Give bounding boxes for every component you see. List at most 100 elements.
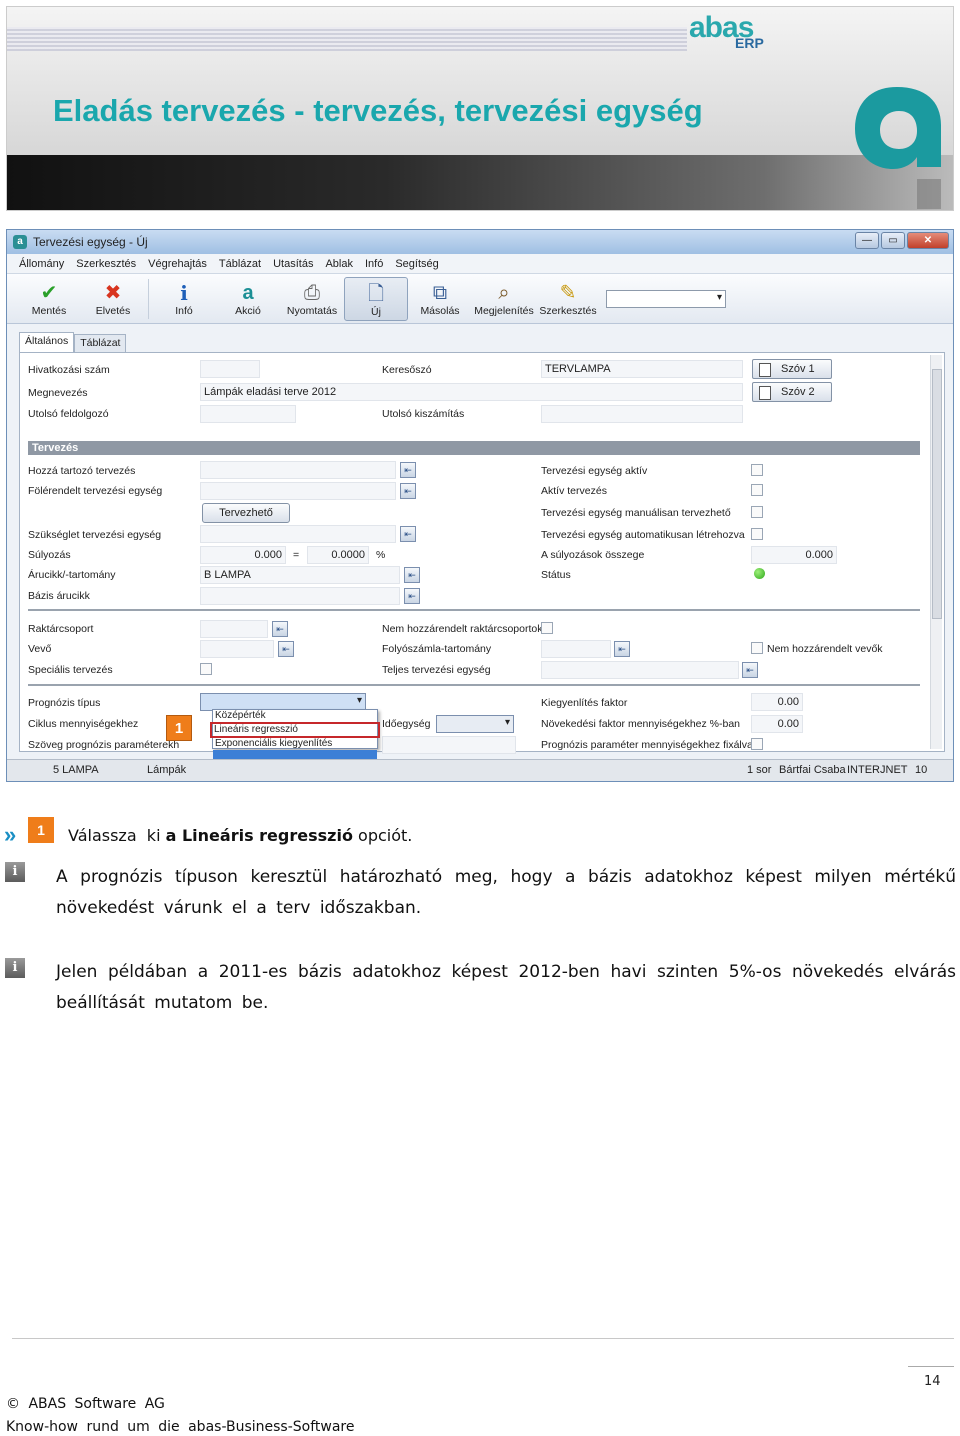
status-bar: 5 LAMPA Lámpák 1 sor Bártfai Csaba INTER…	[7, 759, 953, 781]
option-average[interactable]: Középérték	[213, 710, 377, 722]
page-number-rule	[908, 1366, 954, 1367]
percent-sign: %	[376, 549, 386, 561]
info-icon: i	[180, 280, 188, 305]
option-linear-regression[interactable]: Lineáris regresszió	[210, 722, 380, 738]
save-button[interactable]: ✔ Mentés	[17, 277, 81, 321]
weighting-field[interactable]: 0.000	[200, 546, 286, 564]
minimize-icon[interactable]: —	[855, 232, 879, 249]
lookup-icon[interactable]: ⇤	[614, 641, 630, 657]
menu-window[interactable]: Ablak	[325, 258, 353, 270]
pencil-icon: ✎	[559, 281, 577, 304]
weighting-label: Súlyozás	[28, 549, 71, 561]
lookup-icon[interactable]: ⇤	[272, 621, 288, 637]
maximize-icon[interactable]: ▭	[881, 232, 905, 249]
info-icon: i	[5, 958, 25, 978]
lookup-icon[interactable]: ⇤	[400, 526, 416, 542]
account-range-label: Folyószámla-tartomány	[382, 643, 492, 655]
checkmark-icon: ✔	[40, 281, 58, 304]
plannable-button[interactable]: Tervezhető	[202, 503, 290, 523]
lookup-icon[interactable]: ⇤	[278, 641, 294, 657]
print-button[interactable]: ⎙ Nyomtatás	[280, 277, 344, 321]
lookup-icon[interactable]: ⇤	[400, 462, 416, 478]
divider	[28, 609, 920, 611]
info-button[interactable]: i Infó	[152, 277, 216, 321]
name-label: Megnevezés	[28, 387, 88, 399]
slide-banner: abas ERP Eladás tervezés - tervezés, ter…	[6, 6, 954, 211]
menu-execute[interactable]: Végrehajtás	[148, 258, 207, 270]
menu-table[interactable]: Táblázat	[219, 258, 261, 270]
smoothing-field[interactable]: 0.00	[751, 693, 803, 711]
status-rows: 1 sor	[747, 764, 772, 776]
status-indicator-icon	[754, 568, 765, 579]
info-paragraph-1: A prognózis típuson keresztül határozhat…	[56, 867, 956, 918]
menu-command[interactable]: Utasítás	[273, 258, 313, 270]
unassigned-customers-checkbox[interactable]	[751, 642, 763, 654]
erp-window: a Tervezési egység - Új — ▭ ✕ Állomány S…	[6, 229, 954, 782]
window-controls: — ▭ ✕	[855, 232, 949, 249]
warehouse-group-label: Raktárcsoport	[28, 623, 94, 635]
lookup-icon[interactable]: ⇤	[400, 483, 416, 499]
unassigned-wh-checkbox[interactable]	[541, 622, 553, 634]
magnifier-icon: ⌕	[498, 281, 510, 304]
demand-unit-field[interactable]	[200, 525, 396, 543]
manual-unit-checkbox[interactable]	[751, 506, 763, 518]
tab-general[interactable]: Általános	[19, 332, 75, 352]
forecast-type-label: Prognózis típus	[28, 697, 101, 709]
smoothing-label: Kiegyenlítés faktor	[541, 697, 628, 709]
menu-info[interactable]: Infó	[365, 258, 383, 270]
active-planning-checkbox[interactable]	[751, 484, 763, 496]
edit-button[interactable]: ✎ Szerkesztés	[536, 277, 600, 321]
page-number: 14	[924, 1374, 941, 1389]
menu-help[interactable]: Segítség	[395, 258, 438, 270]
account-range-field[interactable]	[541, 640, 611, 658]
unit-active-label: Tervezési egység aktív	[541, 465, 648, 477]
discard-button[interactable]: ✖ Elvetés	[81, 277, 145, 321]
toolbar-combo[interactable]	[606, 289, 726, 308]
menu-edit[interactable]: Szerkesztés	[76, 258, 136, 270]
keyword-field[interactable]: TERVLAMPA	[541, 360, 743, 378]
parent-unit-field[interactable]	[200, 482, 396, 500]
lookup-icon[interactable]: ⇤	[404, 567, 420, 583]
close-icon[interactable]: ✕	[907, 232, 949, 249]
display-button[interactable]: ⌕ Megjelenítés	[472, 277, 536, 321]
status-record: 5 LAMPA	[53, 764, 99, 776]
section-planning: Tervezés	[28, 441, 920, 455]
vertical-scrollbar[interactable]	[930, 355, 942, 749]
window-title: Tervezési egység - Új	[33, 235, 148, 249]
special-planning-checkbox[interactable]	[200, 663, 212, 675]
footer-tagline: Know-how rund um die abas-Business-Softw…	[6, 1419, 355, 1435]
cycle-qty-label: Ciklus mennyiségekhez	[28, 718, 139, 730]
fixed-params-checkbox[interactable]	[751, 738, 763, 750]
copy-button[interactable]: ⧉ Másolás	[408, 277, 472, 321]
base-article-field[interactable]	[200, 587, 400, 605]
scroll-thumb[interactable]	[932, 369, 942, 619]
name-field[interactable]: Lámpák eladási terve 2012	[200, 383, 743, 401]
full-unit-field[interactable]	[541, 661, 739, 679]
auto-unit-checkbox[interactable]	[751, 528, 763, 540]
growth-field[interactable]: 0.00	[751, 715, 803, 733]
article-range-field[interactable]: B LAMPA	[200, 566, 400, 584]
text-params-field[interactable]	[382, 736, 516, 754]
customer-field[interactable]	[200, 640, 274, 658]
instruction-step-marker: 1	[28, 817, 54, 843]
lookup-icon[interactable]: ⇤	[404, 588, 420, 604]
menu-file[interactable]: Állomány	[19, 258, 64, 270]
tab-table[interactable]: Táblázat	[74, 334, 127, 352]
warehouse-group-field[interactable]	[200, 620, 268, 638]
szo2-button[interactable]: Szóv 2	[752, 382, 832, 402]
ref-number-field[interactable]	[200, 360, 260, 378]
related-plans-field[interactable]	[200, 461, 396, 479]
lookup-icon[interactable]: ⇤	[742, 662, 758, 678]
szo1-button[interactable]: Szóv 1	[752, 359, 832, 379]
option-exponential-smoothing[interactable]: Exponenciális kiegyenlítés	[213, 738, 377, 750]
time-unit-select[interactable]	[436, 715, 514, 733]
abas-action-icon: a	[242, 281, 254, 304]
x-icon: ✖	[104, 281, 122, 304]
time-unit-label: Időegység	[382, 718, 431, 730]
new-button[interactable]: 🗋 Új	[344, 276, 408, 321]
abas-a-logo-icon	[855, 87, 941, 209]
action-button[interactable]: a Akció	[216, 277, 280, 321]
unassigned-wh-label: Nem hozzárendelt raktárcsoportok	[382, 623, 543, 635]
status-number: 10	[915, 764, 928, 776]
unit-active-checkbox[interactable]	[751, 464, 763, 476]
